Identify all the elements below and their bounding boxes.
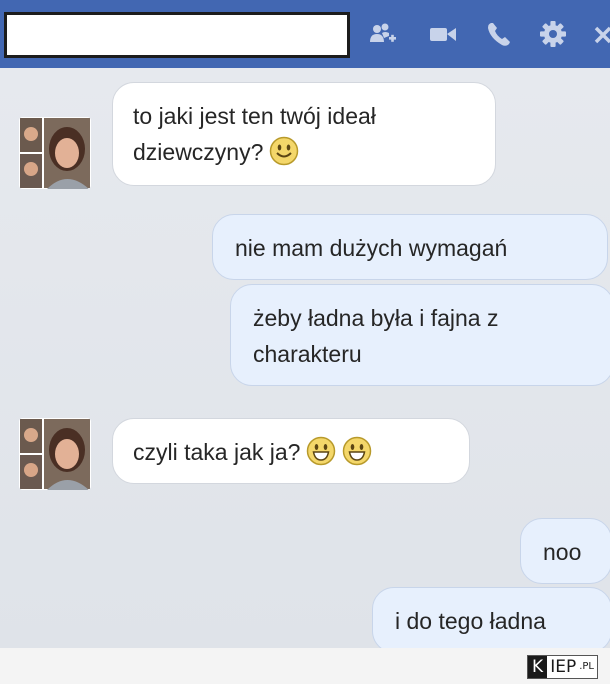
message-bubble-outgoing[interactable]: żeby ładna była i fajna z charakteru xyxy=(230,284,610,386)
smiley-emoji-icon xyxy=(306,436,336,466)
smiley-emoji-icon xyxy=(269,136,299,166)
message-text: czyli taka jak ja? xyxy=(133,439,301,465)
close-icon[interactable] xyxy=(592,18,610,50)
message-text: i do tego ładna xyxy=(395,608,546,634)
settings-gear-icon[interactable] xyxy=(538,18,568,50)
video-call-icon[interactable] xyxy=(428,18,458,50)
site-watermark-logo: K IEP .PL xyxy=(527,655,598,679)
message-text: żeby ładna była i fajna z xyxy=(253,305,499,331)
phone-call-icon[interactable] xyxy=(484,18,514,50)
message-text: to jaki jest ten twój ideał xyxy=(133,103,376,129)
message-bubble-outgoing[interactable]: nie mam dużych wymagań xyxy=(212,214,608,280)
message-bubble-incoming[interactable]: to jaki jest ten twój ideał dziewczyny? xyxy=(112,82,496,186)
contact-avatar[interactable] xyxy=(19,418,91,490)
message-text: dziewczyny? xyxy=(133,139,264,165)
smiley-emoji-icon xyxy=(342,436,372,466)
contact-avatar[interactable] xyxy=(19,117,91,189)
message-bubble-outgoing[interactable]: noo xyxy=(520,518,610,584)
add-people-icon[interactable] xyxy=(368,18,398,50)
message-bubble-outgoing[interactable]: i do tego ładna xyxy=(372,587,610,653)
message-text: noo xyxy=(543,539,582,565)
image-footer xyxy=(0,648,610,684)
message-text: nie mam dużych wymagań xyxy=(235,235,508,261)
contact-name-redacted xyxy=(4,12,350,58)
message-text: charakteru xyxy=(253,341,362,367)
chat-header xyxy=(0,0,610,68)
message-bubble-incoming[interactable]: czyli taka jak ja? xyxy=(112,418,470,484)
